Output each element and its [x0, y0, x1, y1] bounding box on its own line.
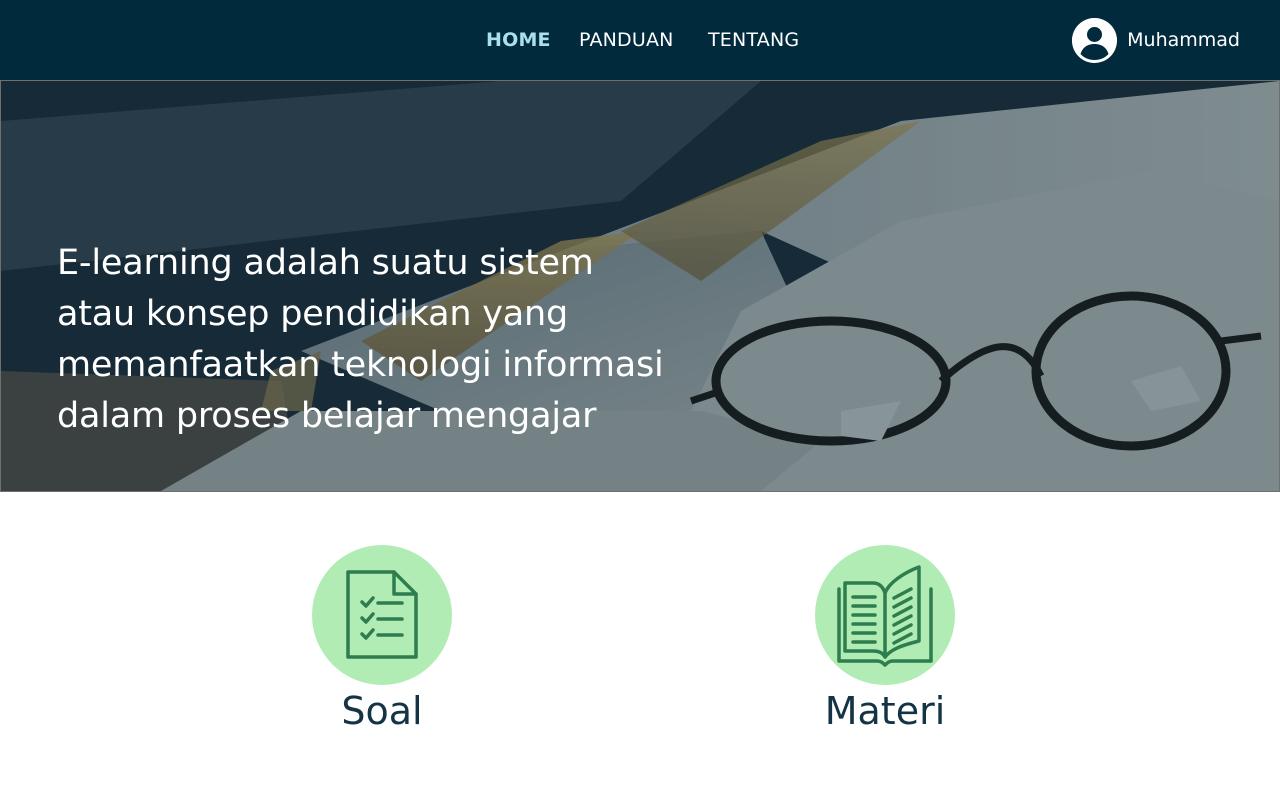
hero-line-1: E-learning adalah suatu sistem: [57, 243, 594, 283]
user-menu[interactable]: Muhammad: [1072, 17, 1240, 63]
user-name: Muhammad: [1127, 29, 1240, 51]
hero-description: E-learning adalah suatu sistem atau kons…: [57, 238, 677, 442]
materi-label: Materi: [824, 689, 946, 733]
checklist-document-icon: [346, 570, 418, 659]
hero-banner: E-learning adalah suatu sistem atau kons…: [0, 80, 1280, 492]
materi-icon-circle: [815, 545, 955, 685]
soal-icon-circle: [312, 545, 452, 685]
nav-tentang-link[interactable]: TENTANG: [708, 29, 799, 51]
soal-card[interactable]: Soal: [282, 545, 482, 733]
nav-home-link[interactable]: HOME: [486, 29, 551, 51]
hero-line-2: atau konsep pendidikan yang: [57, 294, 569, 334]
hero-line-4: dalam proses belajar mengajar: [57, 396, 597, 436]
nav-panduan-link[interactable]: PANDUAN: [579, 29, 674, 51]
open-book-icon: [837, 565, 933, 667]
hero-line-3: memanfaatkan teknologi informasi: [57, 345, 664, 385]
materi-card[interactable]: Materi: [785, 545, 985, 733]
user-circle-icon: [1072, 17, 1118, 63]
soal-label: Soal: [341, 689, 423, 733]
top-navbar: HOME PANDUAN TENTANG Muhammad: [0, 0, 1280, 80]
